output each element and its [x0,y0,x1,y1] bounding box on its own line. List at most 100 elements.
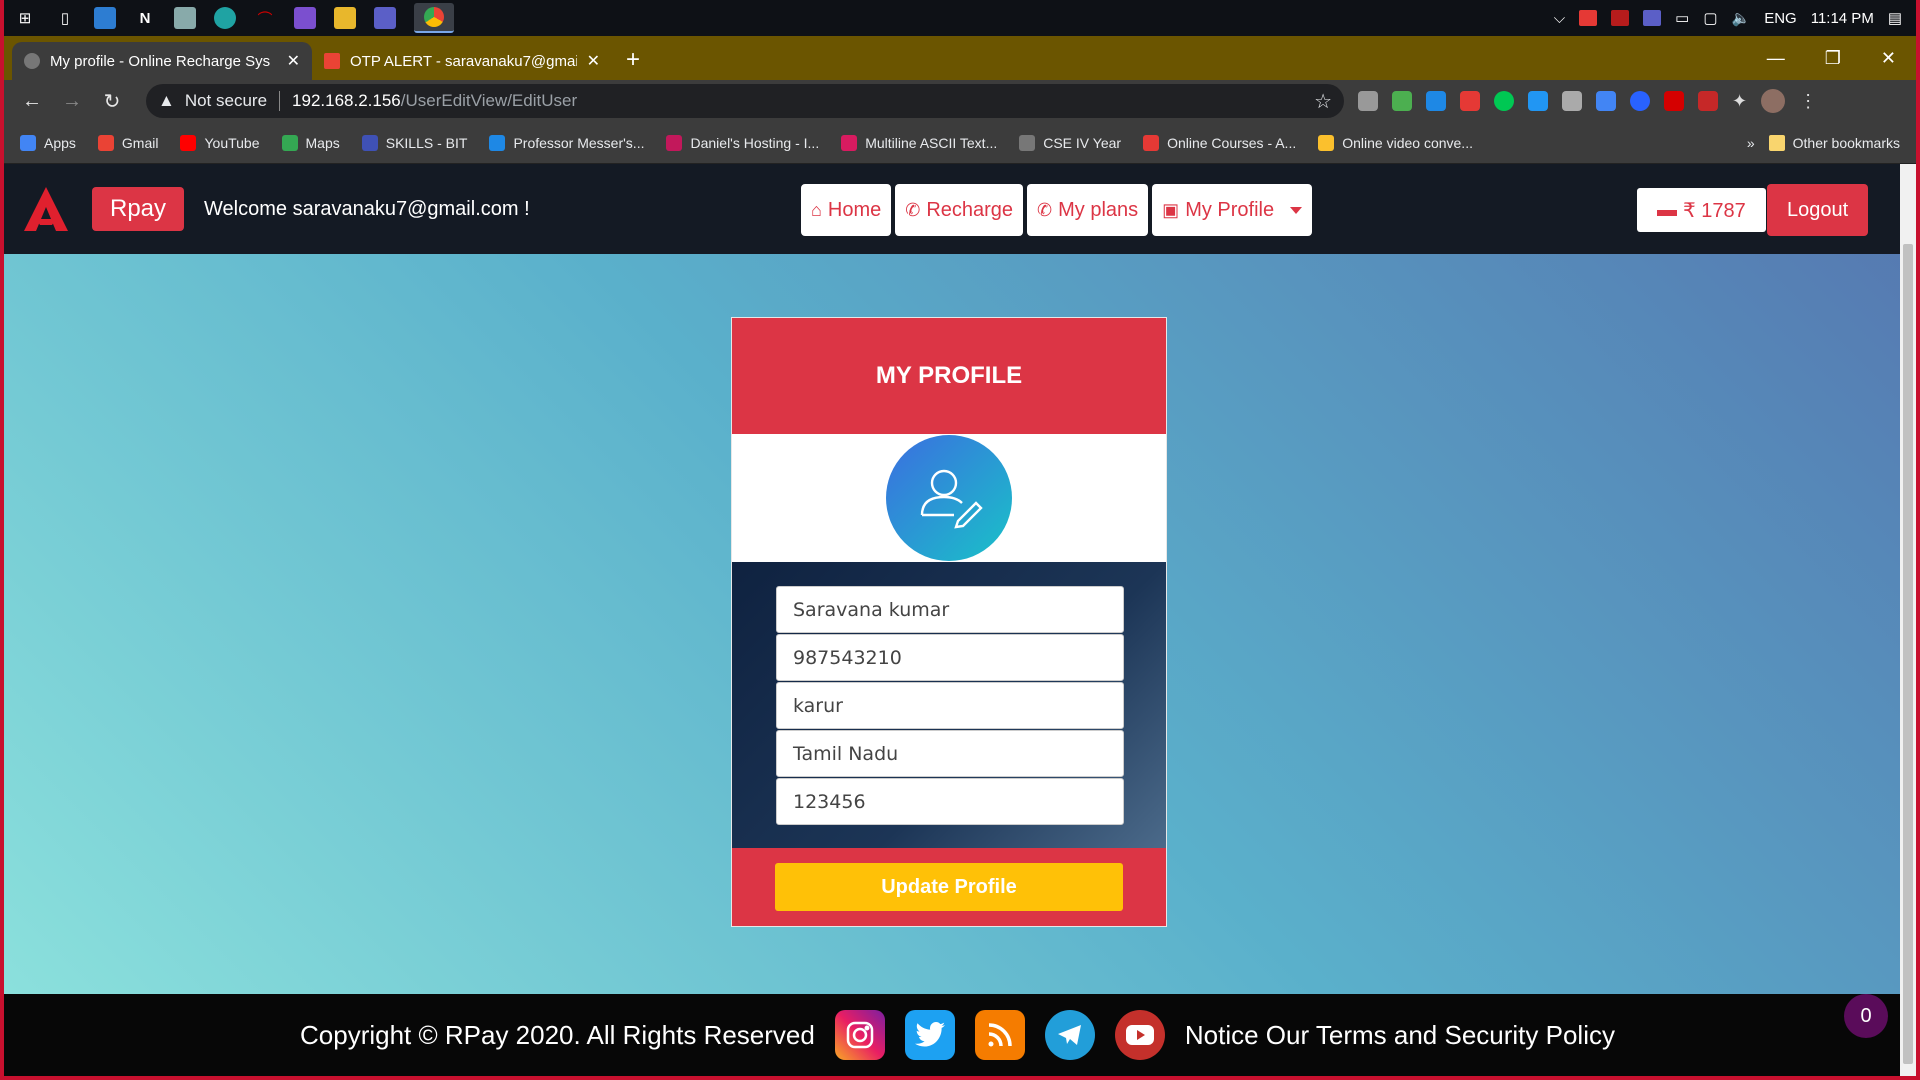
update-profile-button[interactable]: Update Profile [775,863,1123,911]
forward-icon[interactable]: → [52,90,92,113]
photos-icon[interactable] [174,7,196,29]
tab-title: OTP ALERT - saravanaku7@gmail [350,52,577,70]
chrome-taskbar-icon[interactable] [414,3,454,33]
bookmark-youtube[interactable]: YouTube [180,134,260,151]
security-label[interactable]: Not secure [185,91,267,111]
tray-app-icon[interactable] [1611,10,1630,26]
avatar[interactable] [1761,89,1786,113]
notion-icon[interactable]: N [134,7,156,29]
terms-link[interactable]: Notice Our Terms and Security Policy [1185,1020,1615,1051]
bookmark-daniels-hosting[interactable]: Daniel's Hosting - I... [666,134,819,151]
close-tab-icon[interactable]: ✕ [287,51,300,71]
back-icon[interactable]: ← [12,90,52,113]
brand-button[interactable]: Rpay [92,187,185,231]
reload-icon[interactable]: ↻ [92,89,132,114]
bookmark-apps[interactable]: Apps [20,134,76,151]
phone-field[interactable]: 987543210 [776,634,1124,681]
file-explorer-icon[interactable] [334,7,356,29]
extension-icon[interactable] [1630,91,1650,111]
menu-icon[interactable]: ⋮ [1799,91,1817,112]
bookmark-online-courses[interactable]: Online Courses - A... [1143,134,1296,151]
windows-start-icon[interactable]: ⊞ [14,7,36,29]
nav-my-profile-dropdown[interactable]: ▣ My Profile [1152,184,1313,236]
extension-icon[interactable] [1426,91,1446,111]
volume-icon[interactable]: 🔈 [1732,9,1751,27]
edge-icon[interactable] [214,7,236,29]
language-indicator[interactable]: ENG [1764,10,1797,27]
warning-icon[interactable]: ▲ [158,91,175,111]
telegram-icon[interactable] [1044,1010,1095,1060]
url-host: 192.168.2.156 [292,91,401,110]
minimize-icon[interactable]: — [1767,48,1785,69]
bookmark-video-converter[interactable]: Online video conve... [1318,134,1473,151]
notification-count-badge[interactable]: 0 [1844,994,1888,1038]
wallet-balance-button[interactable]: ▬ ₹ 1787 [1637,188,1766,232]
battery-icon[interactable]: ▭ [1675,9,1689,27]
name-field[interactable]: Saravana kumar [776,586,1124,633]
tab-otp-alert[interactable]: OTP ALERT - saravanaku7@gmail ✕ [312,42,612,80]
tray-chevron-icon[interactable]: ⌵ [1554,10,1565,27]
extension-icon[interactable] [1392,91,1412,111]
close-tab-icon[interactable]: ✕ [587,51,600,71]
restore-icon[interactable]: ❐ [1825,48,1841,69]
translate-icon[interactable] [1596,91,1616,111]
raspberry-icon [666,134,683,151]
network-icon[interactable]: ▢ [1703,9,1717,27]
logout-button[interactable]: Logout [1767,184,1869,236]
user-card-icon: ▣ [1162,199,1180,220]
extension-icon[interactable] [1494,91,1514,111]
bookmark-professor-messer[interactable]: Professor Messer's... [489,134,644,151]
rpay-logo-icon[interactable] [22,185,70,233]
scrollbar-thumb[interactable] [1903,244,1913,1064]
extension-icon[interactable] [1664,91,1684,111]
drive-icon[interactable] [1562,91,1582,111]
page-content: Rpay Welcome saravanaku7@gmail.com ! ⌂ H… [4,164,1900,1076]
bookmarks-overflow-icon[interactable]: » [1747,135,1755,151]
extension-icon[interactable] [1358,91,1378,111]
instagram-icon[interactable] [834,1010,885,1060]
teams-tray-icon[interactable] [1643,10,1662,26]
city-field[interactable]: karur [776,682,1124,729]
pincode-field[interactable]: 123456 [776,778,1124,825]
app-icon[interactable]: ⌒ [254,7,276,29]
tab-my-profile[interactable]: My profile - Online Recharge Sys ✕ [12,42,312,80]
page-scrollbar[interactable] [1900,164,1916,1076]
apps-icon [20,134,36,151]
extension-icon[interactable] [1698,91,1718,111]
task-view-icon[interactable]: ▯ [54,7,76,29]
profile-card: MY PROFILE Saravana kumar 987543210 karu… [731,317,1167,927]
copyright-text: Copyright © RPay 2020. All Rights Reserv… [300,1019,815,1050]
extension-icon[interactable] [1528,91,1548,111]
visual-studio-icon[interactable] [294,7,316,29]
bookmark-cse-iv-year[interactable]: CSE IV Year [1019,134,1121,151]
skills-icon [361,134,378,151]
address-bar[interactable]: ▲ Not secure 192.168.2.156 /UserEditView… [146,84,1344,118]
courses-icon [1143,134,1160,151]
state-field[interactable]: Tamil Nadu [776,730,1124,777]
notification-icon[interactable]: ▤ [1888,9,1902,27]
puzzle-icon[interactable]: ✦ [1732,91,1747,112]
bookmark-skills-bit[interactable]: SKILLS - BIT [361,134,467,151]
bookmark-gmail[interactable]: Gmail [97,134,158,151]
gmail-icon [97,134,114,151]
twitter-icon[interactable] [904,1010,955,1060]
clock[interactable]: 11:14 PM [1811,10,1874,27]
teams-icon[interactable] [374,7,396,29]
tray-app-icon[interactable] [1579,10,1598,26]
nav-recharge[interactable]: ✆ Recharge [895,184,1024,236]
separator [279,91,281,111]
bookmark-maps[interactable]: Maps [281,134,340,151]
other-bookmarks[interactable]: Other bookmarks [1768,134,1900,151]
close-window-icon[interactable]: ✕ [1881,48,1896,69]
youtube-icon[interactable] [1114,1010,1165,1060]
bookmark-star-icon[interactable]: ☆ [1314,89,1332,114]
nav-home[interactable]: ⌂ Home [801,184,892,236]
bookmark-ascii-text[interactable]: Multiline ASCII Text... [841,134,997,151]
system-tray: ⌵ ▭ ▢ 🔈 ENG 11:14 PM ▤ [1554,9,1916,28]
extension-icon[interactable] [1460,91,1480,111]
new-tab-icon[interactable]: + [626,46,640,74]
nav-my-plans[interactable]: ✆ My plans [1027,184,1149,236]
pinned-app-icon[interactable] [94,7,116,29]
ascii-icon [841,134,858,151]
rss-icon[interactable] [974,1010,1025,1060]
